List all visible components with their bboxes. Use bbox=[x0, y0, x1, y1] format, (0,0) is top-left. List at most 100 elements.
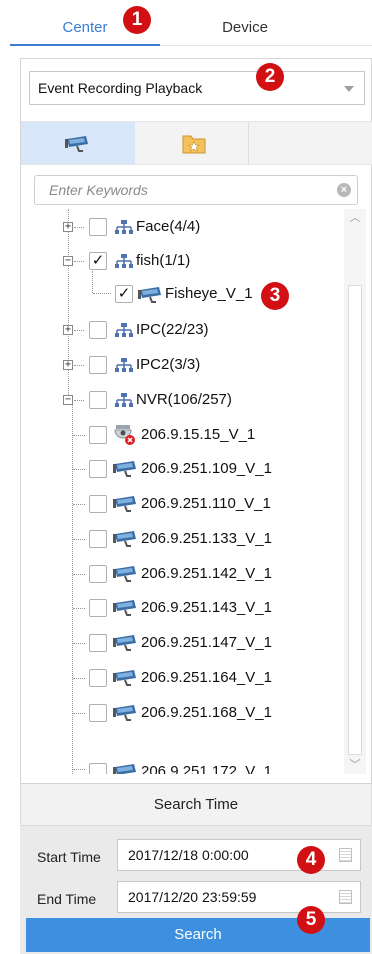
camera-icon bbox=[113, 496, 136, 512]
clear-icon[interactable]: × bbox=[337, 183, 351, 197]
checkbox[interactable] bbox=[89, 218, 107, 236]
checkbox[interactable] bbox=[89, 460, 107, 478]
camera-icon bbox=[138, 287, 161, 303]
tree-node-camera[interactable]: 206.9.251.110_V_1 bbox=[21, 489, 343, 519]
top-tabs: Center Device bbox=[10, 10, 372, 46]
scroll-up-icon[interactable]: ︿ bbox=[344, 209, 366, 227]
time-range-area: Start Time 2017/12/18 0:00:00 End Time 2… bbox=[20, 826, 372, 954]
checkbox[interactable] bbox=[89, 634, 107, 652]
checkbox[interactable] bbox=[89, 426, 107, 444]
checkbox[interactable] bbox=[89, 763, 107, 774]
tab-favorites[interactable] bbox=[135, 122, 249, 164]
expand-icon[interactable]: + bbox=[63, 360, 73, 370]
expand-icon[interactable]: + bbox=[63, 222, 73, 232]
checkbox[interactable] bbox=[89, 495, 107, 513]
tree-node-label: 206.9.251.143_V_1 bbox=[141, 599, 272, 616]
tree-node-camera[interactable]: 206.9.251.133_V_1 bbox=[21, 524, 343, 554]
checkbox[interactable] bbox=[89, 391, 107, 409]
scroll-down-icon[interactable]: ﹀ bbox=[344, 756, 366, 774]
chevron-down-icon[interactable] bbox=[344, 86, 354, 92]
camera-icon bbox=[113, 531, 136, 547]
tree-node-label: 206.9.251.133_V_1 bbox=[141, 530, 272, 547]
annotation-badge-5: 5 bbox=[297, 906, 325, 934]
playback-mode-select[interactable]: Event Recording Playback bbox=[29, 71, 365, 105]
tree-node-label: 206.9.251.164_V_1 bbox=[141, 669, 272, 686]
end-time-value: 2017/12/20 23:59:59 bbox=[128, 889, 257, 905]
view-tabs bbox=[21, 121, 372, 165]
resource-tree: + Face(4/4) − ✓ fish(1/1) ✓ Fisheye_V_1 … bbox=[21, 209, 343, 774]
tree-node-camera[interactable]: 206.9.15.15_V_1 bbox=[21, 420, 343, 450]
tree-node-fisheye-v1[interactable]: ✓ Fisheye_V_1 bbox=[21, 280, 343, 310]
search-time-header: Search Time bbox=[20, 784, 372, 826]
tree-node-camera[interactable]: 206.9.251.147_V_1 bbox=[21, 628, 343, 658]
expand-icon[interactable]: + bbox=[63, 325, 73, 335]
checkbox[interactable]: ✓ bbox=[89, 252, 107, 270]
dome-camera-offline-icon bbox=[114, 425, 135, 445]
checkbox[interactable] bbox=[89, 599, 107, 617]
tree-node-label: 206.9.251.172_V_1 bbox=[141, 763, 272, 774]
tree-node-label: IPC(22/23) bbox=[136, 321, 209, 338]
tree-node-face[interactable]: + Face(4/4) bbox=[21, 212, 343, 242]
tree-node-camera[interactable]: 206.9.251.168_V_1 bbox=[21, 698, 343, 728]
camera-icon bbox=[113, 600, 136, 616]
favorites-folder-icon bbox=[182, 135, 206, 154]
tree-node-nvr[interactable]: − NVR(106/257) bbox=[21, 385, 343, 415]
tree-node-camera[interactable]: 206.9.251.172_V_1 bbox=[21, 759, 343, 774]
checkbox[interactable] bbox=[89, 704, 107, 722]
camera-icon bbox=[113, 705, 136, 721]
tree-node-label: 206.9.251.142_V_1 bbox=[141, 565, 272, 582]
tree-node-camera[interactable]: 206.9.251.143_V_1 bbox=[21, 593, 343, 623]
calendar-icon[interactable] bbox=[339, 848, 352, 862]
tree-node-camera[interactable]: 206.9.251.109_V_1 bbox=[21, 454, 343, 484]
tree-node-label: 206.9.251.147_V_1 bbox=[141, 634, 272, 651]
annotation-badge-1: 1 bbox=[123, 6, 151, 34]
tree-node-label: IPC2(3/3) bbox=[136, 356, 201, 373]
checkbox[interactable] bbox=[89, 356, 107, 374]
tree-node-camera[interactable]: 206.9.251.164_V_1 bbox=[21, 663, 343, 693]
checkbox[interactable]: ✓ bbox=[115, 285, 133, 303]
tree-node-label: Face(4/4) bbox=[136, 218, 201, 235]
camera-icon bbox=[113, 461, 136, 477]
tree-node-camera[interactable]: 206.9.251.142_V_1 bbox=[21, 559, 343, 589]
camera-icon bbox=[113, 566, 136, 582]
tab-cameras[interactable] bbox=[21, 122, 135, 164]
collapse-icon[interactable]: − bbox=[63, 256, 73, 266]
tree-node-fish[interactable]: − ✓ fish(1/1) bbox=[21, 246, 343, 276]
tree-node-label: NVR(106/257) bbox=[136, 391, 232, 408]
end-time-input[interactable]: 2017/12/20 23:59:59 bbox=[117, 881, 361, 913]
tree-node-ipc2[interactable]: + IPC2(3/3) bbox=[21, 350, 343, 380]
tree-node-label: 206.9.251.168_V_1 bbox=[141, 704, 272, 721]
playback-mode-value: Event Recording Playback bbox=[38, 80, 203, 96]
scrollbar-thumb[interactable] bbox=[348, 285, 362, 755]
checkbox[interactable] bbox=[89, 530, 107, 548]
tree-node-label: 206.9.251.110_V_1 bbox=[141, 495, 271, 512]
end-time-label: End Time bbox=[37, 891, 97, 907]
resource-panel: Event Recording Playback × bbox=[20, 58, 372, 784]
tree-node-label: 206.9.251.109_V_1 bbox=[141, 460, 272, 477]
tree-node-label: Fisheye_V_1 bbox=[165, 285, 253, 302]
annotation-badge-3: 3 bbox=[261, 282, 289, 310]
checkbox[interactable] bbox=[89, 565, 107, 583]
tab-device[interactable]: Device bbox=[185, 10, 305, 46]
camera-icon bbox=[113, 635, 136, 651]
network-group-icon bbox=[115, 323, 133, 337]
checkbox[interactable] bbox=[89, 669, 107, 687]
start-time-value: 2017/12/18 0:00:00 bbox=[128, 847, 249, 863]
tree-node-label: 206.9.15.15_V_1 bbox=[141, 426, 256, 443]
tree-node-label: fish(1/1) bbox=[136, 252, 191, 269]
checkbox[interactable] bbox=[89, 321, 107, 339]
annotation-badge-2: 2 bbox=[256, 63, 284, 91]
keyword-search-input[interactable] bbox=[35, 176, 315, 204]
network-group-icon bbox=[115, 393, 133, 407]
start-time-label: Start Time bbox=[37, 849, 101, 865]
camera-icon bbox=[113, 670, 136, 686]
camera-icon bbox=[65, 136, 88, 152]
annotation-badge-4: 4 bbox=[297, 846, 325, 874]
calendar-icon[interactable] bbox=[339, 890, 352, 904]
tree-node-ipc[interactable]: + IPC(22/23) bbox=[21, 315, 343, 345]
network-group-icon bbox=[115, 254, 133, 268]
network-group-icon bbox=[115, 220, 133, 234]
collapse-icon[interactable]: − bbox=[63, 395, 73, 405]
camera-icon bbox=[113, 764, 136, 774]
tree-scrollbar[interactable]: ︿ ﹀ bbox=[344, 209, 366, 774]
